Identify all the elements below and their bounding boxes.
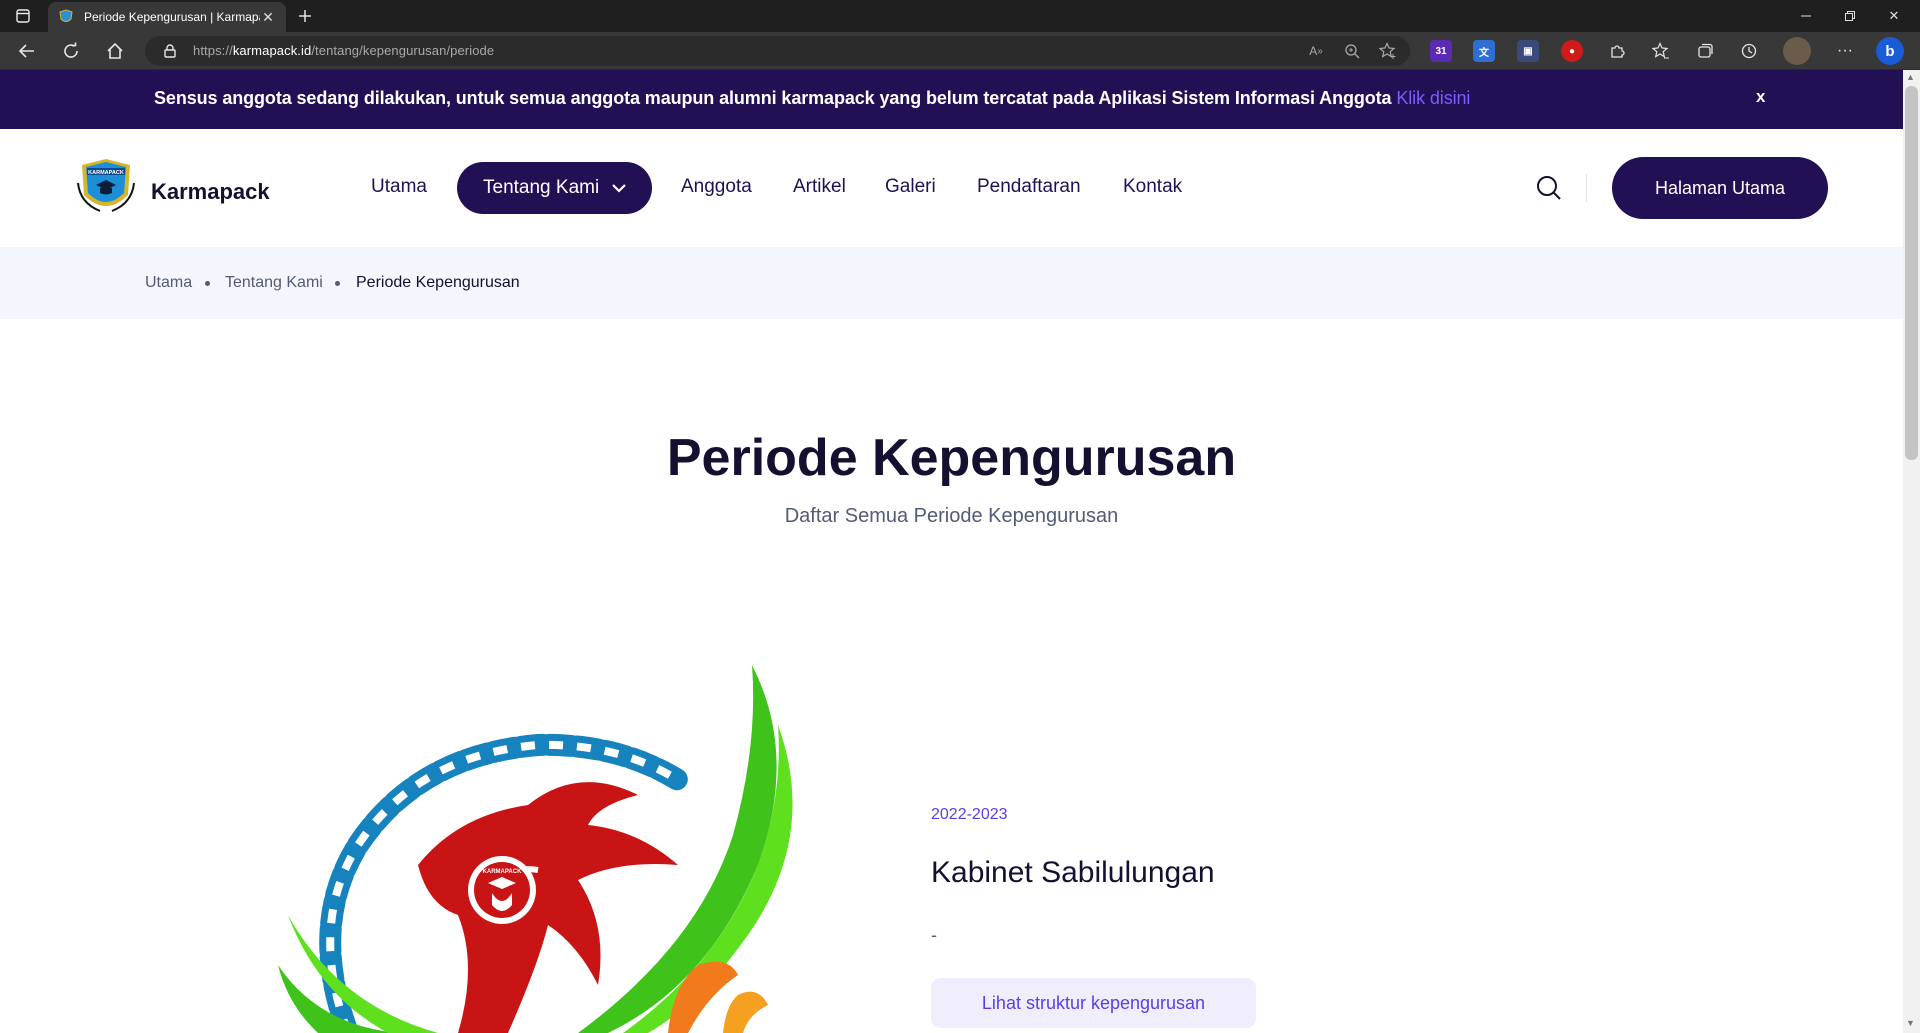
cabinet-description: - — [931, 925, 937, 945]
favorites-icon[interactable] — [1647, 37, 1675, 65]
banner-close-button[interactable]: x — [1756, 87, 1765, 107]
nav-pendaftaran[interactable]: Pendaftaran — [977, 176, 1081, 198]
header-divider — [1586, 174, 1587, 202]
scroll-up-icon[interactable]: ▲ — [1906, 72, 1915, 82]
site-favicon-icon — [58, 9, 74, 25]
census-banner: Sensus anggota sedang dilakukan, untuk s… — [0, 70, 1903, 129]
extension-icon[interactable]: ▣ — [1517, 40, 1539, 62]
restore-icon[interactable] — [1828, 0, 1872, 32]
url-prefix: https:// — [193, 43, 233, 58]
url-path: /tentang/kepengurusan/periode — [311, 43, 495, 58]
browser-tab-strip: Periode Kepengurusan | Karmapack ✕ ✕ — [0, 0, 1920, 32]
history-icon[interactable] — [1735, 37, 1763, 65]
scroll-down-icon[interactable]: ▼ — [1906, 1018, 1915, 1028]
extensions-puzzle-icon[interactable] — [1603, 37, 1631, 65]
halaman-utama-button[interactable]: Halaman Utama — [1612, 157, 1828, 219]
karmapack-logo-icon[interactable]: KARMAPACK — [74, 155, 138, 219]
chevron-down-icon — [612, 184, 626, 193]
collections-icon[interactable] — [1691, 37, 1719, 65]
banner-link[interactable]: Klik disini — [1396, 88, 1470, 108]
read-aloud-icon[interactable]: A» — [1302, 37, 1330, 65]
new-tab-icon[interactable] — [292, 0, 318, 32]
zoom-icon[interactable] — [1338, 37, 1366, 65]
home-icon[interactable] — [101, 37, 129, 65]
breadcrumb-tentang-kami[interactable]: Tentang Kami — [225, 274, 323, 292]
url-text[interactable]: https://karmapack.id/tentang/kepengurusa… — [193, 43, 494, 58]
banner-message: Sensus anggota sedang dilakukan, untuk s… — [154, 88, 1397, 108]
banner-text: Sensus anggota sedang dilakukan, untuk s… — [154, 88, 1470, 109]
period-years: 2022-2023 — [931, 806, 1008, 823]
record-extension-icon[interactable]: ● — [1561, 40, 1583, 62]
page-subtitle: Daftar Semua Periode Kepengurusan — [784, 505, 1119, 527]
favorite-add-icon[interactable] — [1374, 37, 1402, 65]
tab-title: Periode Kepengurusan | Karmapack — [84, 10, 260, 24]
nav-anggota[interactable]: Anggota — [681, 176, 752, 198]
nav-kontak[interactable]: Kontak — [1123, 176, 1182, 198]
back-icon[interactable] — [13, 37, 41, 65]
breadcrumb-current: Periode Kepengurusan — [356, 274, 520, 291]
logo-lettering: KARMAPACK — [88, 170, 124, 176]
breadcrumb-separator — [335, 281, 340, 286]
tab-actions-icon[interactable] — [8, 0, 38, 32]
breadcrumb: Utama Tentang Kami Periode Kepengurusan — [0, 247, 1903, 319]
translate-extension-icon[interactable]: 文 — [1473, 40, 1495, 62]
view-structure-button[interactable]: Lihat struktur kepengurusan — [931, 978, 1256, 1028]
url-domain: karmapack.id — [232, 43, 312, 58]
minimize-icon[interactable] — [1784, 0, 1828, 32]
browser-tab[interactable]: Periode Kepengurusan | Karmapack ✕ — [48, 2, 286, 32]
copilot-icon[interactable]: b — [1876, 37, 1904, 65]
breadcrumb-utama[interactable]: Utama — [145, 274, 192, 292]
extension-badge-icon[interactable]: 31 — [1430, 40, 1452, 62]
nav-artikel[interactable]: Artikel — [793, 176, 846, 198]
nav-utama[interactable]: Utama — [371, 176, 427, 198]
site-header: KARMAPACK Karmapack Utama Tentang Kami A… — [0, 129, 1903, 247]
nav-tentang-kami[interactable]: Tentang Kami — [457, 162, 652, 214]
search-icon[interactable] — [1536, 175, 1562, 201]
page-title: Periode Kepengurusan — [666, 429, 1237, 487]
cabinet-name: Kabinet Sabilulungan — [931, 856, 1215, 889]
more-menu-icon[interactable]: ··· — [1831, 37, 1859, 65]
reload-icon[interactable] — [57, 37, 85, 65]
profile-avatar[interactable] — [1783, 37, 1811, 65]
tab-close-icon[interactable]: ✕ — [260, 9, 276, 26]
scrollbar-thumb[interactable] — [1905, 86, 1918, 460]
extension-badge-count: 31 — [1435, 45, 1447, 57]
breadcrumb-separator — [205, 281, 210, 286]
kabinet-logo-image: KARMAPACK — [278, 665, 793, 1033]
nav-tentang-kami-label: Tentang Kami — [483, 177, 600, 198]
close-window-icon[interactable]: ✕ — [1872, 0, 1916, 32]
nav-galeri[interactable]: Galeri — [885, 176, 936, 198]
emblem-lettering: KARMAPACK — [483, 869, 523, 875]
lock-icon[interactable] — [156, 37, 184, 65]
brand-name[interactable]: Karmapack — [151, 179, 270, 205]
